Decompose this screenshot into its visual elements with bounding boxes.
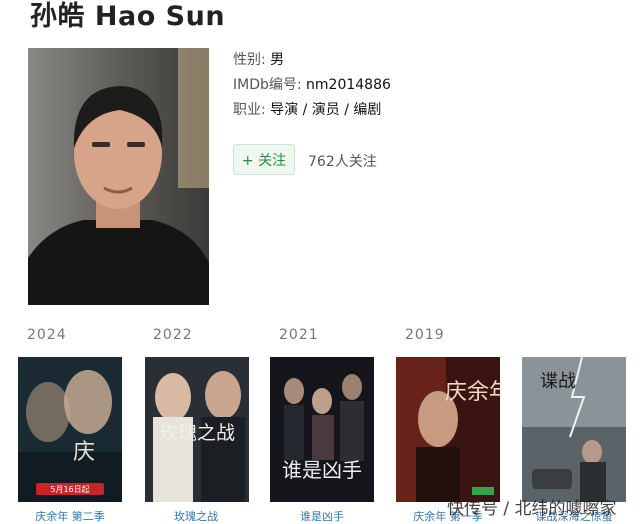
svg-text:庆: 庆	[73, 440, 95, 465]
imdb-label: IMDb编号:	[233, 77, 302, 93]
follow-button[interactable]: + 关注	[233, 144, 295, 175]
poster-rose-war[interactable]: 玫瑰之战	[145, 357, 249, 502]
year-label: 2022	[153, 327, 193, 343]
gender-row: 性别: 男	[233, 50, 391, 75]
year-label: 2024	[27, 327, 67, 343]
poster-spy-war[interactable]: 谍战	[522, 357, 626, 502]
job-value: 导演 / 演员 / 编剧	[270, 102, 382, 118]
work-title-link[interactable]: 谁是凶手	[267, 508, 377, 524]
poster-title-text: 玫瑰之战	[159, 422, 235, 444]
poster-qingyunian-1[interactable]: 庆余年	[396, 357, 500, 502]
poster-qingyunian-2[interactable]: 庆 5月16日起	[18, 357, 122, 502]
year-label: 2021	[279, 327, 319, 343]
watermark-text: 快传号 / 北纬的噱嚓家	[447, 499, 617, 519]
year-label: 2019	[405, 327, 445, 343]
gender-label: 性别:	[233, 52, 266, 68]
person-info: 性别: 男 IMDb编号: nm2014886 职业: 导演 / 演员 / 编剧	[233, 50, 391, 125]
follow-count: 762人关注	[308, 154, 377, 170]
poster-date: 5月16日起	[50, 485, 89, 494]
poster-title-text: 谍战	[540, 371, 576, 392]
person-photo	[28, 48, 209, 305]
work-title-link[interactable]: 庆余年 第二季	[15, 508, 125, 524]
page-title: 孙皓 Hao Sun	[30, 1, 226, 32]
poster-who-is-murderer[interactable]: 谁是凶手	[270, 357, 374, 502]
imdb-row: IMDb编号: nm2014886	[233, 75, 391, 100]
poster-title-text: 谁是凶手	[282, 458, 362, 482]
gender-value: 男	[270, 52, 285, 68]
work-title-link[interactable]: 玫瑰之战	[141, 508, 251, 524]
job-label: 职业:	[233, 102, 266, 118]
poster-title-text: 庆余年	[445, 380, 500, 405]
imdb-value[interactable]: nm2014886	[306, 77, 391, 93]
job-row: 职业: 导演 / 演员 / 编剧	[233, 100, 391, 125]
